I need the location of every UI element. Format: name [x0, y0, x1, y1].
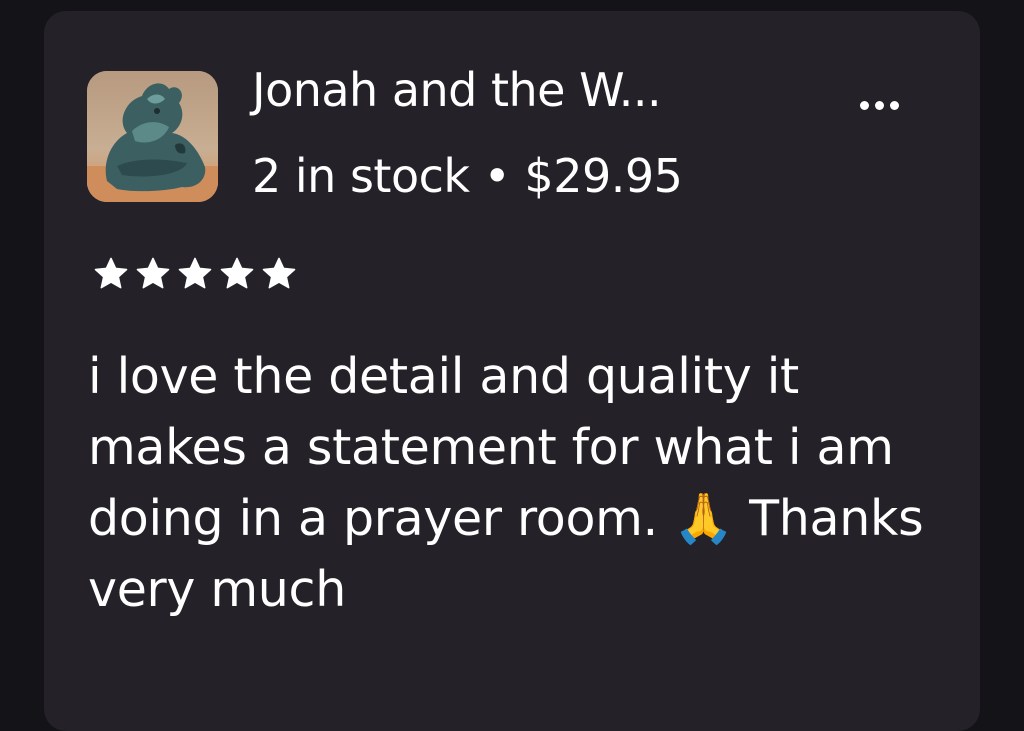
stock-text: 2 in stock — [252, 149, 470, 203]
product-title[interactable]: Jonah and the W... — [252, 63, 662, 118]
star-icon — [178, 257, 212, 289]
star-rating — [92, 255, 298, 293]
review-text: i love the detail and quality it makes a… — [88, 348, 924, 618]
review-card: Jonah and the W... 2 in stock • $29.95 i… — [44, 11, 980, 731]
price-text: $29.95 — [524, 149, 683, 203]
more-horizontal-icon — [859, 100, 869, 110]
star-icon — [136, 257, 170, 289]
star-icon — [262, 257, 296, 289]
more-options-button[interactable] — [844, 83, 914, 127]
star-icon — [220, 257, 254, 289]
product-thumbnail[interactable] — [87, 71, 218, 202]
separator-dot: • — [483, 149, 511, 203]
more-dot — [874, 100, 884, 110]
star-icon — [94, 257, 128, 289]
whale-sculpture-photo — [87, 71, 218, 202]
product-stock-price: 2 in stock • $29.95 — [252, 149, 683, 204]
more-dot — [889, 100, 899, 110]
